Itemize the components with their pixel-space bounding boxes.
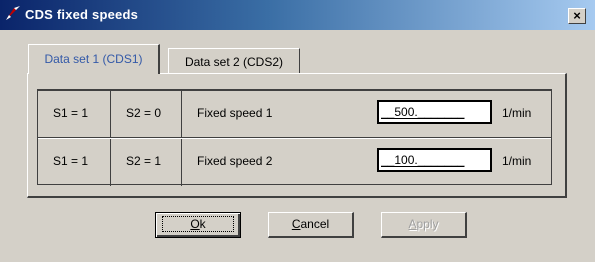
apply-mnemonic: A (408, 217, 417, 231)
ok-mnemonic: O (190, 217, 200, 231)
focus-rect: Ok (162, 216, 234, 232)
cancel-button[interactable]: Cancel (268, 212, 354, 238)
window-title: CDS fixed speeds (25, 7, 139, 22)
column-divider (181, 91, 182, 138)
s1-condition: S1 = 1 (53, 106, 89, 120)
fixed-speed-1-input[interactable] (377, 100, 492, 124)
close-icon: × (573, 8, 581, 23)
column-divider (181, 139, 182, 186)
tab-data-set-2[interactable]: Data set 2 (CDS2) (168, 48, 300, 73)
apply-label: pply (416, 217, 439, 231)
s1-condition: S1 = 1 (53, 154, 89, 168)
unit-label: 1/min (502, 154, 532, 168)
fixed-speed-label: Fixed speed 2 (197, 154, 273, 168)
apply-button[interactable]: Apply (381, 212, 467, 238)
s2-condition: S2 = 0 (126, 106, 162, 120)
fixed-speed-label: Fixed speed 1 (197, 106, 273, 120)
app-icon (6, 6, 20, 20)
fixed-speed-2-input[interactable] (377, 148, 492, 172)
s2-condition: S2 = 1 (126, 154, 162, 168)
tab-panel: S1 = 1 S2 = 0 Fixed speed 1 1/min S1 = 1… (27, 73, 567, 198)
fixed-speed-table: S1 = 1 S2 = 0 Fixed speed 1 1/min S1 = 1… (37, 89, 552, 186)
table-row: S1 = 1 S2 = 0 Fixed speed 1 1/min (38, 91, 551, 139)
close-button[interactable]: × (568, 8, 586, 24)
ok-label: k (199, 217, 206, 231)
column-divider (110, 139, 111, 186)
column-divider (110, 91, 111, 138)
ok-button[interactable]: Ok (155, 212, 241, 238)
tab-data-set-1[interactable]: Data set 1 (CDS1) (28, 44, 160, 74)
unit-label: 1/min (502, 106, 532, 120)
cancel-label: ancel (300, 217, 330, 231)
title-bar[interactable]: CDS fixed speeds × (0, 0, 595, 30)
table-row: S1 = 1 S2 = 1 Fixed speed 2 1/min (38, 139, 551, 186)
